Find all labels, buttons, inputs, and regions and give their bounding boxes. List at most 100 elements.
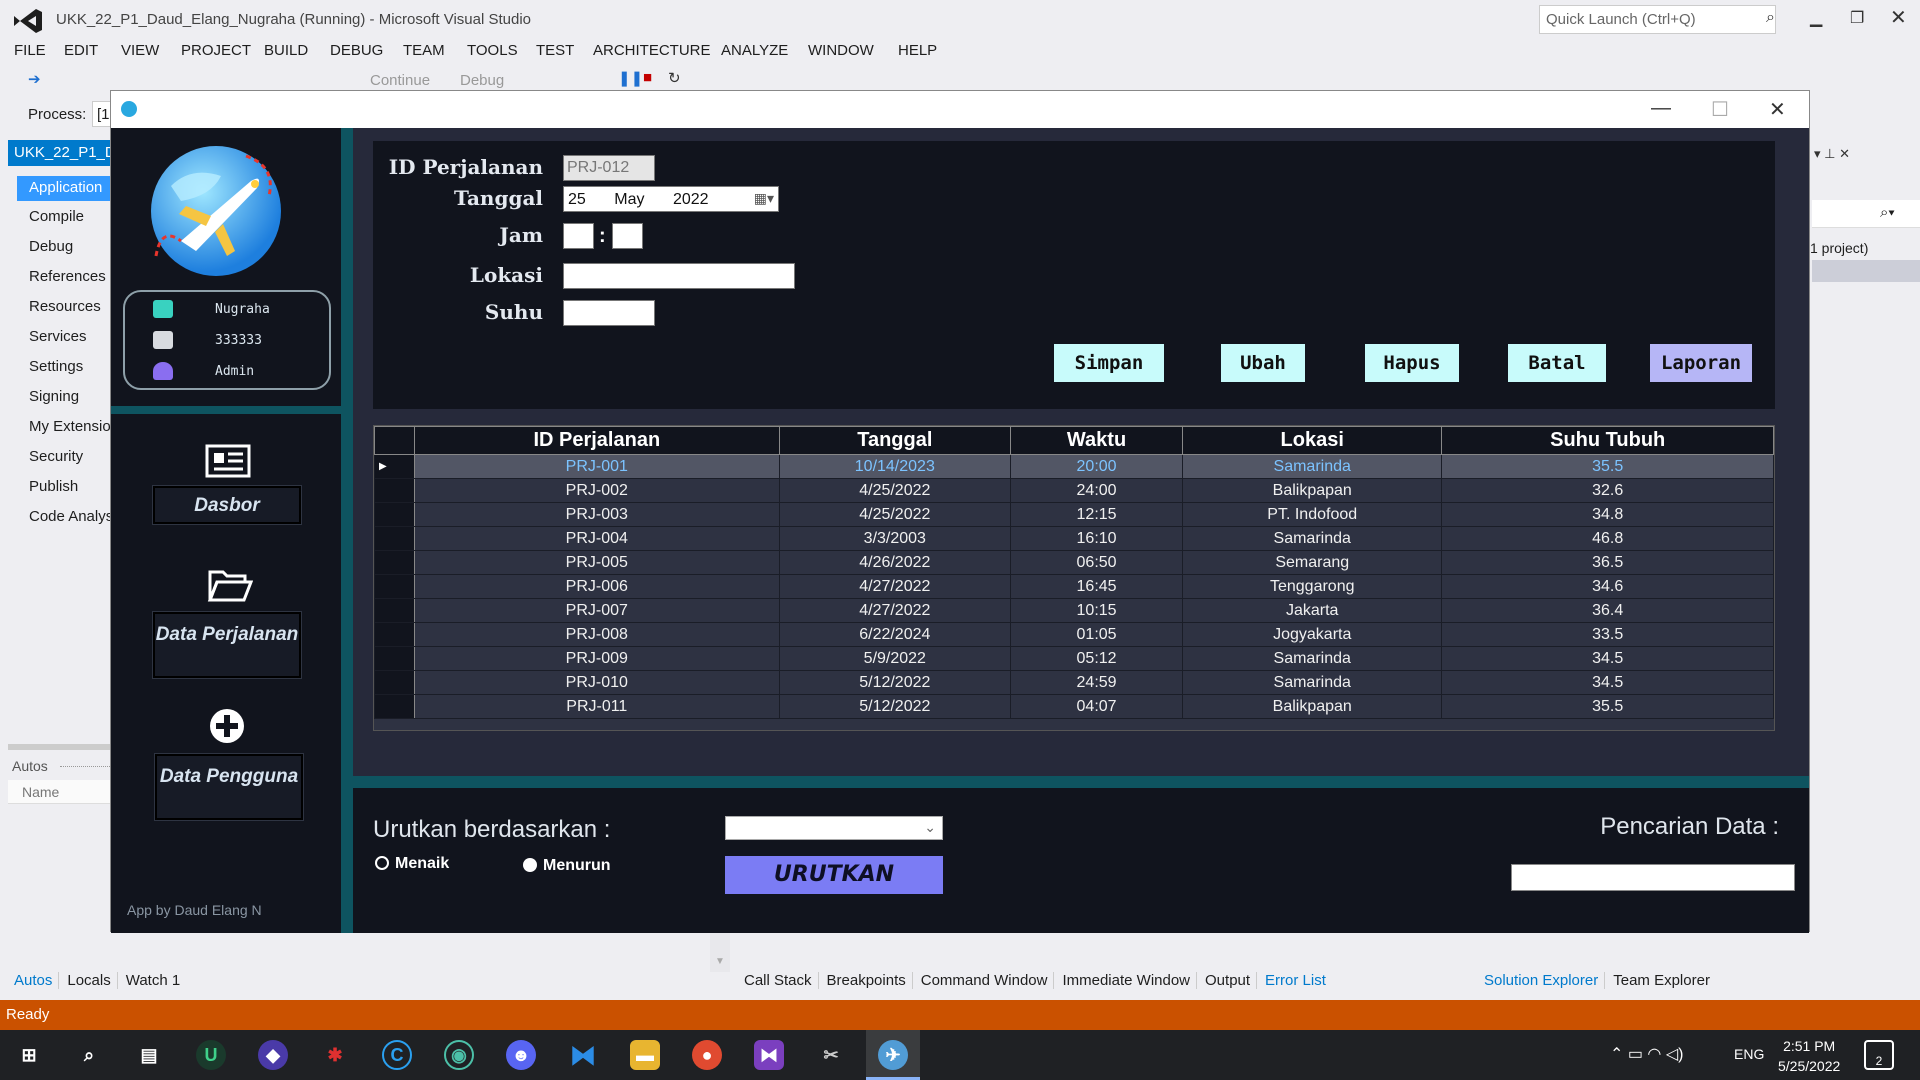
table-cell[interactable]: 4/27/2022 [778, 598, 1012, 623]
back-icon[interactable]: ➔ [28, 70, 41, 88]
table-row[interactable]: PRJ-010 5/12/2022 24:59 Samarinda 34.5 [374, 670, 1774, 695]
minute-input[interactable] [612, 223, 643, 249]
nav-data-pengguna-button[interactable]: Data Pengguna [155, 754, 303, 820]
hapus-button[interactable]: Hapus [1365, 344, 1459, 382]
restore-icon[interactable]: ❐ [1850, 8, 1864, 28]
visual-studio-icon[interactable]: ⧓ [754, 1040, 784, 1070]
row-header[interactable] [374, 502, 415, 527]
column-header[interactable]: Suhu Tubuh [1441, 426, 1774, 455]
table-cell[interactable]: 04:07 [1010, 694, 1184, 719]
tab-call-stack[interactable]: Call Stack [744, 972, 819, 989]
menu-test[interactable]: TEST [536, 42, 574, 59]
menu-architecture[interactable]: ARCHITECTURE [593, 42, 711, 59]
table-cell[interactable]: PRJ-010 [414, 670, 780, 695]
sort-field-select[interactable]: ⌄ [725, 816, 943, 840]
menu-project[interactable]: PROJECT [181, 42, 251, 59]
row-header[interactable] [374, 550, 415, 575]
table-cell[interactable]: 5/12/2022 [778, 670, 1012, 695]
table-cell[interactable]: 34.5 [1441, 670, 1774, 695]
table-cell[interactable]: Jogyakarta [1182, 622, 1443, 647]
tools-icon[interactable]: ✂ [816, 1040, 846, 1070]
row-header[interactable] [374, 526, 415, 551]
table-row[interactable]: PRJ-003 4/25/2022 12:15 PT. Indofood 34.8 [374, 502, 1774, 527]
stop-icon[interactable]: ■ [643, 69, 652, 86]
row-selector-arrow-icon[interactable]: ▶ [374, 454, 415, 479]
autos-name-column[interactable]: Name [8, 780, 110, 804]
tab-command-window[interactable]: Command Window [921, 972, 1055, 989]
ubah-button[interactable]: Ubah [1221, 344, 1305, 382]
table-cell[interactable]: Semarang [1182, 550, 1443, 575]
table-cell[interactable]: 4/26/2022 [778, 550, 1012, 575]
pause-icon[interactable]: ❚❚ [618, 69, 643, 87]
table-cell[interactable]: 5/9/2022 [778, 646, 1012, 671]
menu-view[interactable]: VIEW [121, 42, 159, 59]
clock[interactable]: 2:51 PM 5/25/2022 [1778, 1036, 1840, 1076]
table-cell[interactable]: PT. Indofood [1182, 502, 1443, 527]
tab-immediate-window[interactable]: Immediate Window [1062, 972, 1198, 989]
date-month[interactable]: May [614, 191, 644, 208]
table-cell[interactable]: 6/22/2024 [778, 622, 1012, 647]
menu-build[interactable]: BUILD [264, 42, 308, 59]
task-view-icon[interactable]: ▤ [134, 1040, 164, 1070]
urutkan-button[interactable]: URUTKAN [725, 856, 943, 894]
table-cell[interactable]: 36.4 [1441, 598, 1774, 623]
table-row[interactable]: PRJ-009 5/9/2022 05:12 Samarinda 34.5 [374, 646, 1774, 671]
table-row[interactable]: PRJ-004 3/3/2003 16:10 Samarinda 46.8 [374, 526, 1774, 551]
table-cell[interactable]: 4/25/2022 [778, 502, 1012, 527]
hour-input[interactable] [563, 223, 594, 249]
table-cell[interactable]: 05:12 [1010, 646, 1184, 671]
table-cell[interactable]: PRJ-005 [414, 550, 780, 575]
prop-item-settings[interactable]: Settings [29, 358, 83, 375]
table-row[interactable]: PRJ-002 4/25/2022 24:00 Balikpapan 32.6 [374, 478, 1774, 503]
row-header[interactable] [374, 574, 415, 599]
batal-button[interactable]: Batal [1508, 344, 1606, 382]
row-header[interactable] [374, 670, 415, 695]
table-cell[interactable]: 01:05 [1010, 622, 1184, 647]
calendar-icon[interactable]: ▦▾ [754, 190, 774, 207]
file-explorer-icon[interactable]: ▬ [630, 1040, 660, 1070]
prop-item-extensions[interactable]: My Extensio [29, 418, 111, 435]
selected-node[interactable] [1812, 260, 1920, 282]
language-indicator[interactable]: ENG [1734, 1046, 1764, 1062]
row-header[interactable] [374, 598, 415, 623]
column-header[interactable]: Tanggal [778, 426, 1012, 455]
date-day[interactable]: 25 [568, 191, 586, 208]
menu-tools[interactable]: TOOLS [467, 42, 518, 59]
menu-window[interactable]: WINDOW [808, 42, 874, 59]
table-cell[interactable]: PRJ-001 [414, 454, 780, 479]
radio-menurun[interactable]: Menurun [523, 857, 611, 875]
tab-error-list[interactable]: Error List [1265, 972, 1332, 989]
close-icon[interactable]: ✕ [1890, 5, 1907, 30]
tray-icons[interactable]: ⌃ ▭ ◠ ◁) [1610, 1044, 1683, 1064]
simpan-button[interactable]: Simpan [1054, 344, 1164, 382]
row-header[interactable] [374, 622, 415, 647]
menu-debug[interactable]: DEBUG [330, 42, 383, 59]
table-cell[interactable]: 34.5 [1441, 646, 1774, 671]
table-row[interactable]: PRJ-008 6/22/2024 01:05 Jogyakarta 33.5 [374, 622, 1774, 647]
tab-autos[interactable]: Autos [14, 972, 60, 989]
table-cell[interactable]: PRJ-002 [414, 478, 780, 503]
table-cell[interactable]: Jakarta [1182, 598, 1443, 623]
table-row[interactable]: ▶ PRJ-001 10/14/2023 20:00 Samarinda 35.5 [374, 454, 1774, 479]
menu-help[interactable]: HELP [898, 42, 937, 59]
prop-item-debug[interactable]: Debug [29, 238, 73, 255]
app-icon[interactable]: ◉ [444, 1040, 474, 1070]
tab-breakpoints[interactable]: Breakpoints [827, 972, 913, 989]
table-cell[interactable]: PRJ-007 [414, 598, 780, 623]
close-icon[interactable]: ✕ [1769, 97, 1786, 122]
menu-edit[interactable]: EDIT [64, 42, 98, 59]
table-row[interactable]: PRJ-007 4/27/2022 10:15 Jakarta 36.4 [374, 598, 1774, 623]
date-picker[interactable]: 25 May 2022 ▦▾ [563, 186, 779, 212]
menu-team[interactable]: TEAM [403, 42, 445, 59]
prop-item-services[interactable]: Services [29, 328, 87, 345]
table-cell[interactable]: Balikpapan [1182, 694, 1443, 719]
table-cell[interactable]: 35.5 [1441, 694, 1774, 719]
discord-icon[interactable]: ☻ [506, 1040, 536, 1070]
table-cell[interactable]: 16:10 [1010, 526, 1184, 551]
temperature-input[interactable] [563, 300, 655, 326]
vscode-icon[interactable]: ⧓ [568, 1040, 598, 1070]
table-row[interactable]: PRJ-006 4/27/2022 16:45 Tenggarong 34.6 [374, 574, 1774, 599]
prop-item-compile[interactable]: Compile [29, 208, 84, 225]
upwork-icon[interactable]: U [196, 1040, 226, 1070]
config-select[interactable]: Debug [460, 72, 504, 89]
